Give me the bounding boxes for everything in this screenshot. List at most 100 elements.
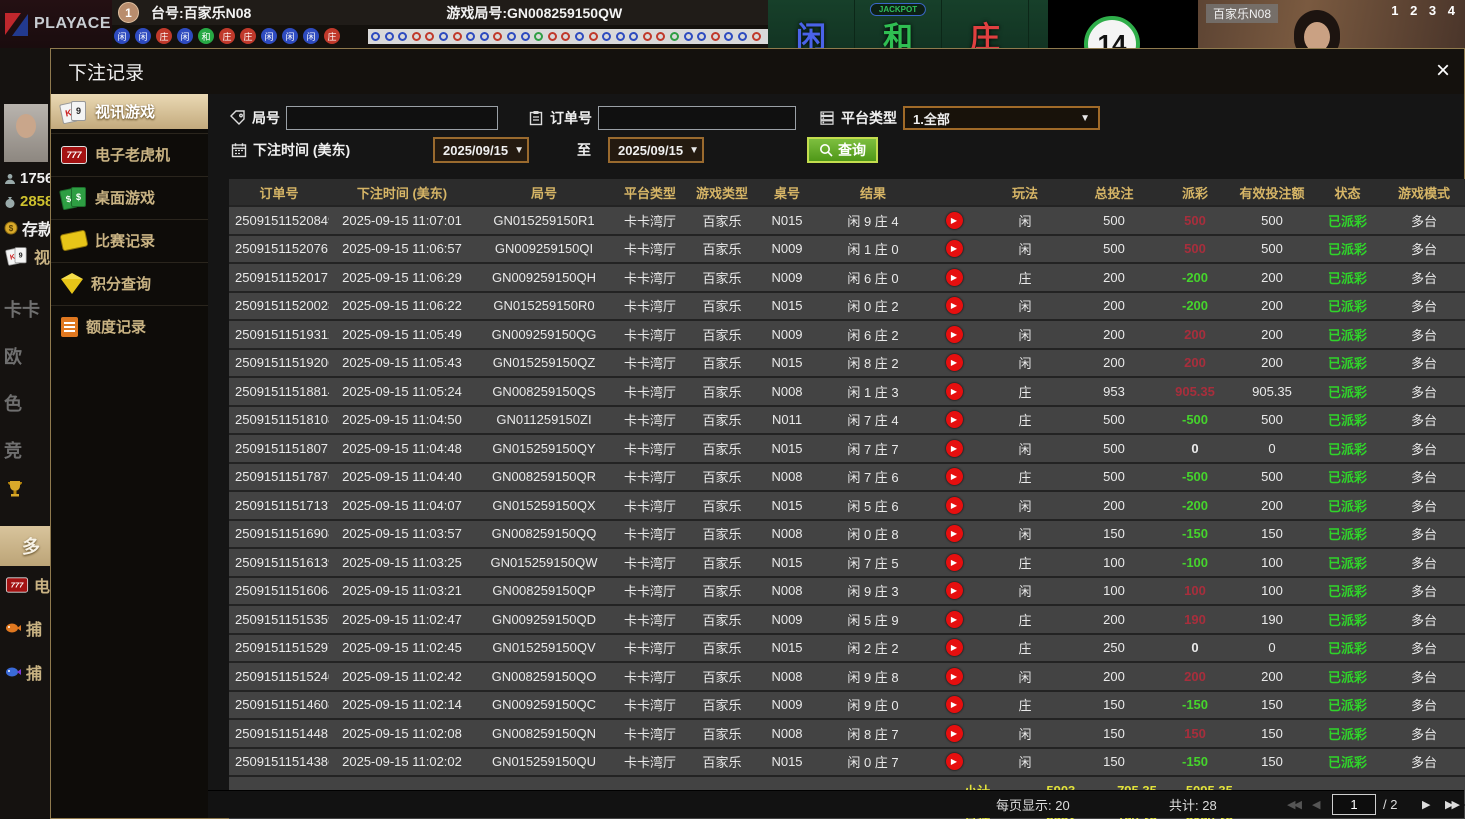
lobby-item-捕[interactable]: 捕 bbox=[0, 660, 50, 684]
play-type-cell: 闲 bbox=[979, 236, 1071, 263]
lobby-item-trophy-icon[interactable] bbox=[0, 478, 50, 500]
table-no-cell: N015 bbox=[757, 492, 817, 519]
game-mode-cell: 多台 bbox=[1384, 521, 1464, 548]
lobby-item-存款[interactable]: $存款 bbox=[0, 216, 50, 240]
table-number-label: 台号:百家乐N08 bbox=[151, 3, 251, 23]
platform-cell: 卡卡湾厅 bbox=[613, 236, 687, 263]
game-type-cell: 百家乐 bbox=[687, 749, 757, 776]
replay-cell: ▶ bbox=[929, 749, 979, 776]
quota-doc-icon bbox=[61, 317, 78, 337]
prev-page-icon[interactable]: ◀ bbox=[1312, 791, 1318, 818]
screen: PLAYACE 1 台号:百家乐N08 游戏局号:GN008259150QW 闲… bbox=[0, 0, 1465, 819]
result-cell: 闲 5 庄 9 bbox=[817, 606, 929, 633]
play-type-cell: 庄 bbox=[979, 464, 1071, 491]
play-type-cell: 闲 bbox=[979, 663, 1071, 690]
bead-marker: 闲 bbox=[261, 28, 277, 44]
payout-cell: -200 bbox=[1157, 264, 1233, 291]
status-cell: 已派彩 bbox=[1311, 378, 1384, 405]
bet-time-cell: 2025-09-15 11:05:24 bbox=[329, 378, 475, 405]
pagination-bar: 每页显示: 20 共计: 28 ◀◀ ◀ 1 / 2 ▶ ▶▶ bbox=[208, 790, 1464, 818]
sidebar-item-3[interactable]: $$桌面游戏 bbox=[51, 180, 208, 215]
sidebar-item-1[interactable]: K9视讯游戏 bbox=[51, 94, 208, 129]
next-page-icon[interactable]: ▶ bbox=[1422, 791, 1428, 818]
header-result-cell: 结果 bbox=[817, 179, 929, 205]
lobby-item-捕[interactable]: 捕 bbox=[0, 616, 50, 640]
order-input[interactable] bbox=[598, 106, 796, 130]
date-to-select[interactable]: 2025/09/15 ▼ bbox=[608, 137, 704, 163]
replay-play-icon[interactable]: ▶ bbox=[946, 440, 963, 457]
sidebar-item-2[interactable]: 777电子老虎机 bbox=[51, 137, 208, 172]
platform-cell: 卡卡湾厅 bbox=[613, 207, 687, 234]
game-mode-cell: 多台 bbox=[1384, 492, 1464, 519]
game-mode-cell: 多台 bbox=[1384, 720, 1464, 747]
table-row: 2509151152017162025-09-15 11:06:29GN0092… bbox=[229, 262, 1465, 291]
replay-cell: ▶ bbox=[929, 407, 979, 434]
last-page-icon[interactable]: ▶▶ bbox=[1445, 791, 1458, 818]
replay-cell: ▶ bbox=[929, 464, 979, 491]
lobby-item-卡卡[interactable]: 卡卡 bbox=[0, 296, 50, 322]
replay-play-icon[interactable]: ▶ bbox=[946, 468, 963, 485]
status-cell: 已派彩 bbox=[1311, 663, 1384, 690]
replay-play-icon[interactable]: ▶ bbox=[946, 753, 963, 770]
replay-play-icon[interactable]: ▶ bbox=[946, 582, 963, 599]
close-icon[interactable]: × bbox=[1430, 58, 1456, 84]
date-from-select[interactable]: 2025/09/15 ▼ bbox=[433, 137, 529, 163]
game-mode-cell: 多台 bbox=[1384, 435, 1464, 462]
first-page-icon[interactable]: ◀◀ bbox=[1287, 791, 1300, 818]
chevron-down-icon: ▼ bbox=[514, 145, 524, 156]
sidebar-item-6[interactable]: 额度记录 bbox=[51, 309, 208, 344]
round-no-cell: GN009259150QH bbox=[475, 264, 613, 291]
bet-time-cell: 2025-09-15 11:06:22 bbox=[329, 293, 475, 320]
result-cell: 闲 7 庄 7 bbox=[817, 435, 929, 462]
replay-play-icon[interactable]: ▶ bbox=[946, 354, 963, 371]
status-cell: 已派彩 bbox=[1311, 521, 1384, 548]
platform-select[interactable]: 1.全部 ▼ bbox=[903, 106, 1100, 130]
status-cell: 已派彩 bbox=[1311, 435, 1384, 462]
round-no-cell: GN015259150R1 bbox=[475, 207, 613, 234]
replay-play-icon[interactable]: ▶ bbox=[946, 326, 963, 343]
lobby-item-2858: 2858 bbox=[0, 193, 50, 210]
page-input[interactable]: 1 bbox=[1332, 794, 1376, 815]
clipboard-icon bbox=[528, 110, 544, 126]
replay-play-icon[interactable]: ▶ bbox=[946, 297, 963, 314]
valid-bet-cell: 200 bbox=[1233, 492, 1311, 519]
platform-cell: 卡卡湾厅 bbox=[613, 720, 687, 747]
replay-play-icon[interactable]: ▶ bbox=[946, 611, 963, 628]
replay-play-icon[interactable]: ▶ bbox=[946, 497, 963, 514]
replay-play-icon[interactable]: ▶ bbox=[946, 411, 963, 428]
round-no-cell: GN008259150QP bbox=[475, 578, 613, 605]
lobby-item-视[interactable]: K9视 bbox=[0, 244, 50, 268]
table-no-cell: N015 bbox=[757, 635, 817, 662]
lobby-item-电[interactable]: 777电 bbox=[0, 573, 50, 597]
lobby-item-多[interactable]: 多 bbox=[0, 526, 50, 566]
status-cell: 已派彩 bbox=[1311, 264, 1384, 291]
play-type-cell: 闲 bbox=[979, 492, 1071, 519]
road-ring bbox=[575, 32, 584, 41]
replay-play-icon[interactable]: ▶ bbox=[946, 212, 963, 229]
valid-bet-cell: 150 bbox=[1233, 521, 1311, 548]
lobby-item-竞[interactable]: 竞 bbox=[0, 437, 50, 463]
person-icon bbox=[4, 173, 16, 185]
valid-bet-cell: 200 bbox=[1233, 350, 1311, 377]
sidebar-item-5[interactable]: 积分查询 bbox=[51, 266, 208, 301]
replay-play-icon[interactable]: ▶ bbox=[946, 696, 963, 713]
result-cell: 闲 6 庄 2 bbox=[817, 321, 929, 348]
replay-play-icon[interactable]: ▶ bbox=[946, 554, 963, 571]
replay-play-icon[interactable]: ▶ bbox=[946, 639, 963, 656]
platform-cell: 卡卡湾厅 bbox=[613, 749, 687, 776]
replay-play-icon[interactable]: ▶ bbox=[946, 668, 963, 685]
payout-cell: -150 bbox=[1157, 692, 1233, 719]
round-input[interactable] bbox=[286, 106, 498, 130]
sidebar-item-4[interactable]: 比赛记录 bbox=[51, 223, 208, 258]
road-ring bbox=[602, 32, 611, 41]
lobby-item-色[interactable]: 色 bbox=[0, 390, 50, 416]
query-button[interactable]: 查询 bbox=[807, 137, 878, 163]
replay-play-icon[interactable]: ▶ bbox=[946, 240, 963, 257]
replay-play-icon[interactable]: ▶ bbox=[946, 269, 963, 286]
road-ring bbox=[684, 32, 693, 41]
bead-marker: 闲 bbox=[114, 28, 130, 44]
replay-play-icon[interactable]: ▶ bbox=[946, 725, 963, 742]
replay-play-icon[interactable]: ▶ bbox=[946, 525, 963, 542]
lobby-item-欧[interactable]: 欧 bbox=[0, 343, 50, 369]
replay-play-icon[interactable]: ▶ bbox=[946, 383, 963, 400]
